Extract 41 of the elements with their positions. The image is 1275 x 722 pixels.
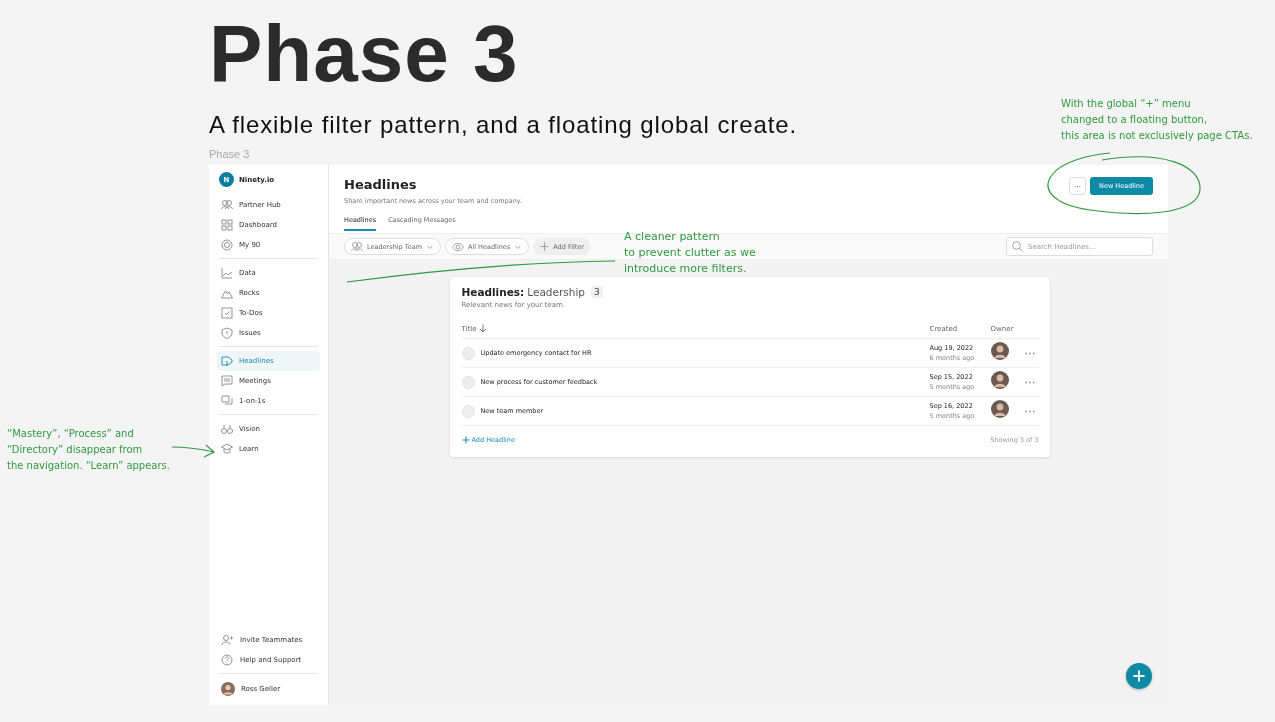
annotation-note: “Mastery”, “Process” and “Directory” disappear from the navigation. “Learn” appears. [7,427,170,473]
plus-icon [1133,670,1145,683]
ellipsis-icon [1024,351,1035,355]
arrow-down-icon [478,324,487,334]
page-subheading: A flexible filter pattern, and a floating global create. [209,112,798,139]
people-icon [221,199,233,212]
people-icon [351,240,363,253]
owner-avatar-icon [990,371,1009,390]
ellipsis-icon [1024,380,1035,384]
count-badge: 3 [591,286,603,299]
checkbox-icon [221,307,233,320]
card-title: Headlines: [461,286,525,299]
grid-icon [221,219,233,232]
arrow-marker [171,444,215,458]
row-checkbox[interactable] [461,375,475,389]
add-person-icon [221,634,234,647]
owner-avatar-icon [990,400,1009,419]
annotation-note: A cleaner pattern to prevent clutter as we introduce more filters. [624,229,756,277]
owner-avatar-icon [990,342,1009,361]
binoculars-icon [221,423,233,436]
avatar-icon [221,682,235,697]
line-chart-icon [221,267,233,280]
help-icon [221,654,234,667]
target-icon [221,239,233,252]
eye-icon [452,240,464,253]
row-checkbox[interactable] [461,346,475,360]
shield-icon [221,327,233,340]
frame-label: Phase 3 [209,149,250,161]
megaphone-icon [221,355,233,368]
team-name: Leadership [527,286,585,299]
ellipsis-icon [1024,409,1035,413]
page-title: Headlines [344,178,418,192]
graduation-cap-icon [221,443,233,456]
annotation-note: With the global “+” menu changed to a floating button, this area is not exclusively page CTAs. [1061,97,1253,143]
floating-create-button[interactable] [1126,663,1152,690]
chat-icon [221,375,233,388]
row-checkbox[interactable] [461,404,475,418]
page-heading: Phase 3 [209,8,519,94]
chat-bubbles-icon [221,395,233,408]
plus-icon [461,435,470,444]
plus-icon [540,242,550,252]
